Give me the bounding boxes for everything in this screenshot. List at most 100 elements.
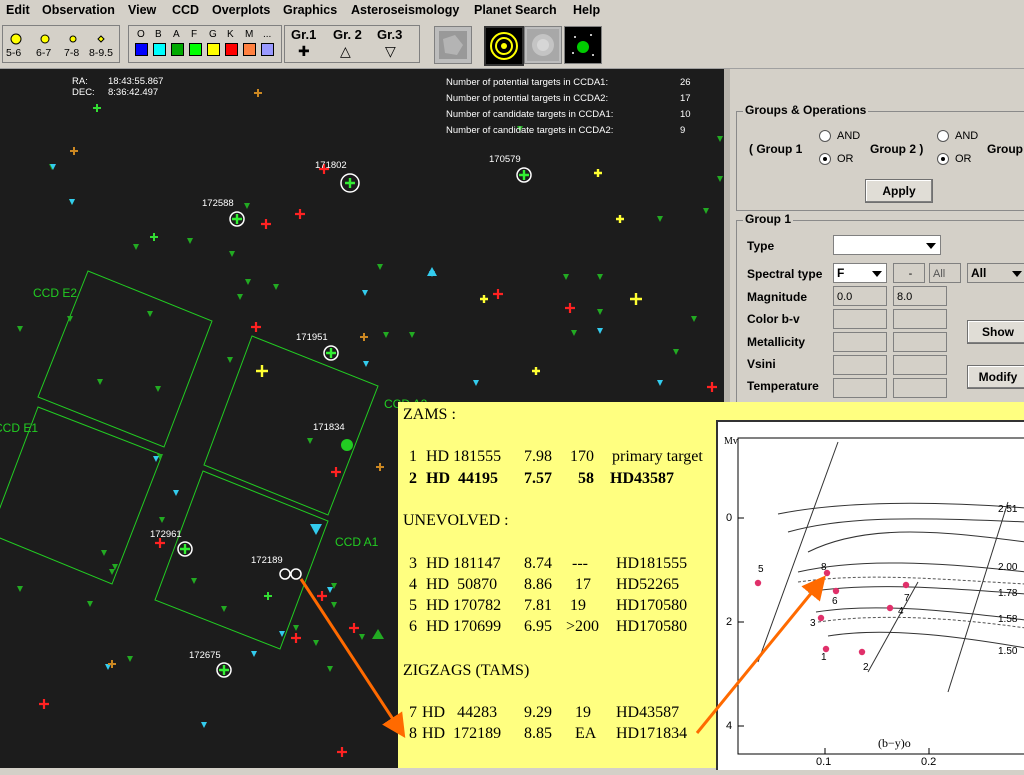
vsini-min-input[interactable] [833,355,887,375]
or-radio-1[interactable] [819,153,831,165]
and-radio-2[interactable] [937,130,949,142]
spectral-type-label-4: G [209,29,217,40]
hrd-star-point [858,648,866,656]
star-map-icon [572,34,594,56]
menu-edit[interactable]: Edit [6,3,30,17]
spectral-range-dash: - [893,263,925,283]
magnitude-max-input[interactable]: 8.0 [893,286,947,306]
star-marker [69,199,75,205]
evolution-track [797,562,1024,573]
star-marker [251,322,261,332]
menu-overplots[interactable]: Overplots [212,3,270,17]
star-marker [657,216,663,222]
evolution-track [787,518,1024,533]
star-marker [594,169,602,177]
stat-label-4: Number of candidate targets in CCDA2: [446,125,614,136]
star-marker [563,274,569,280]
vsini-max-input[interactable] [893,355,947,375]
group2-paren-label: Group 2 ) [870,142,924,156]
menu-graphics[interactable]: Graphics [283,3,337,17]
star-marker [383,332,389,338]
color-max-input[interactable] [893,309,947,329]
mag-label-2: 6-7 [36,47,52,59]
evolution-track [807,586,1024,595]
star-marker [372,629,384,639]
target-label-171834: 171834 [313,422,345,433]
star-point-label: 1 [821,652,827,663]
dss-image-button[interactable] [434,26,472,64]
menu-help[interactable]: Help [573,3,600,17]
and-radio-1[interactable] [819,130,831,142]
star-marker [201,722,207,728]
menu-ccd[interactable]: CCD [172,3,199,17]
temperature-min-input[interactable] [833,378,887,398]
star-marker [39,699,49,709]
isochrone-line [817,616,1024,629]
star-marker [221,606,227,612]
spectral-color-swatch [189,43,202,56]
apply-button[interactable]: Apply [865,179,933,203]
star-note: HD52265 [616,576,680,593]
star-id: HD 170782 [426,597,502,614]
star-marker [571,330,577,336]
star-marker [17,586,23,592]
zams-header: ZAMS : [403,406,456,423]
menu-view[interactable]: View [128,3,156,17]
star-marker [97,379,103,385]
menu-asteroseismology[interactable]: Asteroseismology [351,3,459,17]
color-min-input[interactable] [833,309,887,329]
star-marker [707,382,717,392]
menu-observation[interactable]: Observation [42,3,115,17]
hrd-ytick-0: 0 [726,512,733,524]
or-radio-2[interactable] [937,153,949,165]
star-marker [717,176,723,182]
metallicity-min-input[interactable] [833,332,887,352]
spectral-color-swatch [261,43,274,56]
star-vsini: 19 [570,597,586,614]
star-marker [244,203,250,209]
target-label-172588: 172588 [202,198,234,209]
magnitude-min-input[interactable]: 0.0 [833,286,887,306]
hrd-xtick-01: 0.1 [816,756,832,768]
hrd-star-point [754,579,762,587]
star-magnitude: 6.95 [524,618,552,635]
target-overlay-button[interactable] [484,26,524,66]
hrd-frame [737,437,1024,755]
hr-diagram: Mv 0 2 4 0.1 0.2 (b−y)o 2.51 2.00 1.78 1… [716,420,1024,770]
star-marker [93,104,101,112]
mass-label: 1.50 [998,646,1018,657]
modify-button[interactable]: Modify [967,365,1024,389]
type-select[interactable] [833,235,941,255]
mass-label: 1.58 [998,614,1018,625]
sky-image-icon [439,31,467,59]
row-number: 5 [409,597,417,614]
group2-legend-label: Gr. 2 [333,27,362,42]
star-marker [153,456,159,462]
target-label-171802: 171802 [315,160,347,171]
star-marker [256,365,268,377]
menu-planet-search[interactable]: Planet Search [474,3,557,17]
instability-strip-edge [757,441,839,663]
star-marker [293,625,299,631]
temperature-max-input[interactable] [893,378,947,398]
star-marker [341,439,353,451]
spectral-type-select[interactable]: F [833,263,887,283]
unevolved-header: UNEVOLVED : [403,512,509,529]
show-button[interactable]: Show [967,320,1024,344]
star-marker [295,209,305,219]
spectral-type-label-7: ... [263,29,272,40]
luminosity-class-select[interactable]: All [967,263,1024,283]
spectral-type-label-1: B [155,29,162,40]
star-note: HD181555 [616,555,688,572]
spectral-subclass-input[interactable]: All [929,263,961,283]
star-marker [427,267,437,276]
star-marker [70,147,78,155]
star-marker [229,251,235,257]
field-image-button[interactable] [524,26,562,64]
metallicity-max-input[interactable] [893,332,947,352]
triangle-up-icon: △ [340,43,351,59]
star-marker [362,290,368,296]
chart-view-button[interactable] [564,26,602,64]
temperature-label: Temperature [747,379,819,393]
star-id: HD 181147 [426,555,501,572]
